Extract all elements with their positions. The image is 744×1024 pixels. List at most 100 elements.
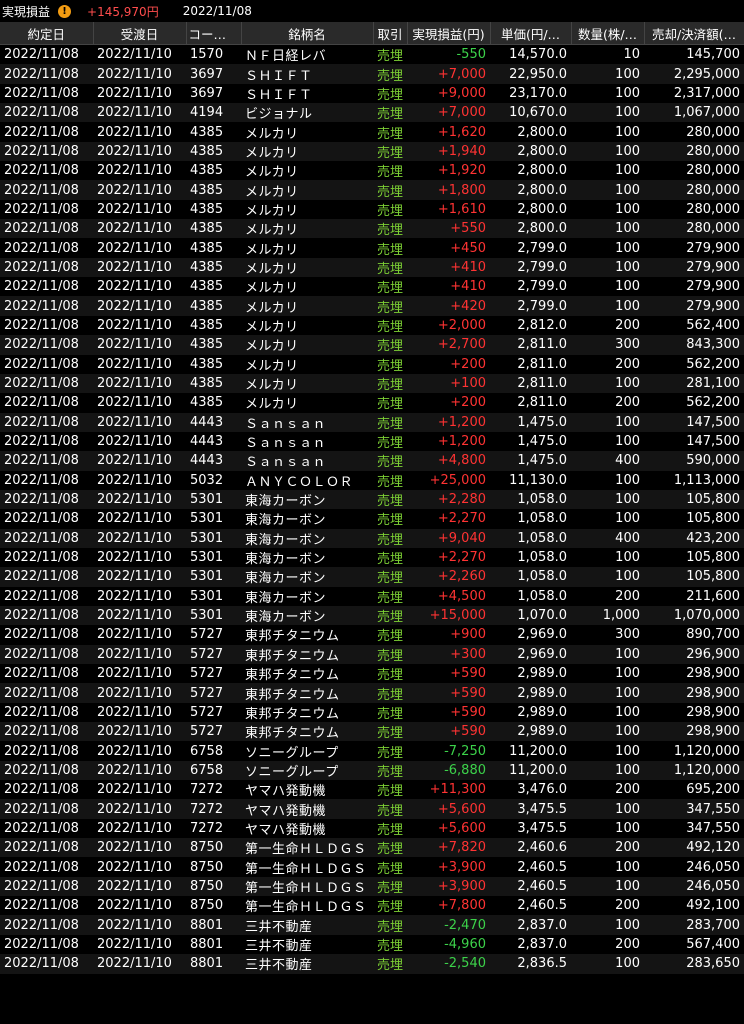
column-header-code[interactable]: コード/… xyxy=(186,22,242,45)
column-header-side[interactable]: 取引 xyxy=(373,22,408,45)
table-row[interactable]: 2022/11/08 2022/11/10 4385 メルカリ 売埋 +100 2,811.… xyxy=(0,373,744,394)
cell-realized-pnl: +900 xyxy=(407,625,490,645)
cell-stock-name: Ｓａｎｓａｎ xyxy=(241,412,373,432)
table-row[interactable]: 2022/11/08 2022/11/10 5301 東海カーボン 売埋 +2,280 1,… xyxy=(0,489,744,510)
table-row[interactable]: 2022/11/08 2022/11/10 8750 第一生命ＨＬＤＧＳ 売埋 +7,82… xyxy=(0,838,744,858)
column-header-quantity[interactable]: 数量(株/… xyxy=(571,22,645,45)
cell-quantity: 100 xyxy=(571,296,644,316)
cell-settle-date: 2022/11/10 xyxy=(93,567,186,587)
warning-icon[interactable]: ! xyxy=(58,4,72,18)
cell-code: 1570 xyxy=(186,44,241,65)
cell-unit-price: 2,799.0 xyxy=(490,296,571,316)
cell-stock-name: 第一生命ＨＬＤＧＳ xyxy=(241,857,373,877)
cell-code: 3697 xyxy=(186,83,241,104)
table-row[interactable]: 2022/11/08 2022/11/10 4385 メルカリ 売埋 +200 2,811.… xyxy=(0,393,744,413)
column-header-stock-name[interactable]: 銘柄名 xyxy=(241,22,374,45)
cell-realized-pnl: +1,800 xyxy=(407,180,490,200)
table-row[interactable]: 2022/11/08 2022/11/10 5032 ＡＮＹＣＯＬＯＲ 売埋 +25,00… xyxy=(0,470,744,490)
cell-stock-name: 東海カーボン xyxy=(241,547,373,568)
cell-realized-pnl: +450 xyxy=(407,238,490,258)
cell-side: 売埋 xyxy=(373,431,407,452)
cell-code: 8801 xyxy=(186,954,241,974)
table-row[interactable]: 2022/11/08 2022/11/10 5301 東海カーボン 売埋 +2,270 1,… xyxy=(0,509,744,529)
table-row[interactable]: 2022/11/08 2022/11/10 7272 ヤマハ発動機 売埋 +5,600 3,… xyxy=(0,799,744,819)
cell-code: 8801 xyxy=(186,915,241,935)
cell-settle-date: 2022/11/10 xyxy=(93,141,186,162)
table-row[interactable]: 2022/11/08 2022/11/10 7272 ヤマハ発動機 売埋 +11,300 3… xyxy=(0,780,744,800)
table-row[interactable]: 2022/11/08 2022/11/10 4385 メルカリ 売埋 +1,620 2,80… xyxy=(0,122,744,142)
column-header-trade-date[interactable]: 約定日 xyxy=(0,22,94,45)
table-row[interactable]: 2022/11/08 2022/11/10 4385 メルカリ 売埋 +550 2,800.… xyxy=(0,219,744,239)
cell-code: 4385 xyxy=(186,122,241,142)
column-header-settle-date[interactable]: 受渡日 xyxy=(93,22,187,45)
table-row[interactable]: 2022/11/08 2022/11/10 3697 ＳＨＩＦＴ 売埋 +9,000 23,… xyxy=(0,83,744,104)
table-row[interactable]: 2022/11/08 2022/11/10 8750 第一生命ＨＬＤＧＳ 売埋 +7,80… xyxy=(0,896,744,916)
table-row[interactable]: 2022/11/08 2022/11/10 4443 Ｓａｎｓａｎ 売埋 +1,200 1,… xyxy=(0,412,744,432)
table-row[interactable]: 2022/11/08 2022/11/10 4194 ビジョナル 売埋 +7,000 10,… xyxy=(0,103,744,123)
table-row[interactable]: 2022/11/08 2022/11/10 4443 Ｓａｎｓａｎ 売埋 +1,200 1,… xyxy=(0,431,744,452)
column-header-realized-pnl[interactable]: 実現損益(円) xyxy=(407,22,491,45)
cell-code: 4385 xyxy=(186,315,241,336)
table-row[interactable]: 2022/11/08 2022/11/10 4385 メルカリ 売埋 +420 2,799.… xyxy=(0,296,744,316)
table-row[interactable]: 2022/11/08 2022/11/10 8801 三井不動産 売埋 -2,540 2,8… xyxy=(0,954,744,974)
table-row[interactable]: 2022/11/08 2022/11/10 5301 東海カーボン 売埋 +15,000 1… xyxy=(0,605,744,626)
table-row[interactable]: 2022/11/08 2022/11/10 4385 メルカリ 売埋 +200 2,811.… xyxy=(0,354,744,374)
table-row[interactable]: 2022/11/08 2022/11/10 4385 メルカリ 売埋 +1,920 2,80… xyxy=(0,161,744,181)
table-row[interactable]: 2022/11/08 2022/11/10 5727 東邦チタニウム 売埋 +590 2,9… xyxy=(0,722,744,742)
table-row[interactable]: 2022/11/08 2022/11/10 4385 メルカリ 売埋 +410 2,799.… xyxy=(0,277,744,297)
cell-side: 売埋 xyxy=(373,567,407,587)
table-row[interactable]: 2022/11/08 2022/11/10 8750 第一生命ＨＬＤＧＳ 売埋 +3,90… xyxy=(0,857,744,877)
table-row[interactable]: 2022/11/08 2022/11/10 7272 ヤマハ発動機 売埋 +5,600 3,… xyxy=(0,818,744,839)
table-row[interactable]: 2022/11/08 2022/11/10 5727 東邦チタニウム 売埋 +590 2,9… xyxy=(0,664,744,684)
cell-side: 売埋 xyxy=(373,161,407,181)
cell-unit-price: 11,200.0 xyxy=(490,760,571,781)
cell-stock-name: 東邦チタニウム xyxy=(241,683,373,703)
table-row[interactable]: 2022/11/08 2022/11/10 5727 東邦チタニウム 売埋 +900 2,9… xyxy=(0,625,744,645)
cell-trade-date: 2022/11/08 xyxy=(0,373,93,394)
cell-settle-date: 2022/11/10 xyxy=(93,180,186,200)
table-row[interactable]: 2022/11/08 2022/11/10 4385 メルカリ 売埋 +450 2,799.… xyxy=(0,238,744,258)
cell-settle-date: 2022/11/10 xyxy=(93,412,186,432)
cell-amount: 105,800 xyxy=(644,547,744,568)
cell-settle-date: 2022/11/10 xyxy=(93,238,186,258)
table-row[interactable]: 2022/11/08 2022/11/10 4443 Ｓａｎｓａｎ 売埋 +4,800 1,… xyxy=(0,451,744,471)
cell-unit-price: 14,570.0 xyxy=(490,44,571,65)
table-row[interactable]: 2022/11/08 2022/11/10 4385 メルカリ 売埋 +1,610 2,80… xyxy=(0,199,744,220)
table-row[interactable]: 2022/11/08 2022/11/10 5301 東海カーボン 売埋 +4,500 1,… xyxy=(0,586,744,606)
trade-table: 約定日 受渡日 コード/… 銘柄名 取引 実現損益(円) 単価(円/… 数量(株/… 売却/決済… xyxy=(0,22,744,974)
table-row[interactable]: 2022/11/08 2022/11/10 6758 ソニーグループ 売埋 -7,250 1… xyxy=(0,741,744,761)
table-row[interactable]: 2022/11/08 2022/11/10 5301 東海カーボン 売埋 +2,270 1,… xyxy=(0,547,744,568)
table-row[interactable]: 2022/11/08 2022/11/10 5727 東邦チタニウム 売埋 +590 2,9… xyxy=(0,702,744,723)
cell-trade-date: 2022/11/08 xyxy=(0,64,93,84)
cell-amount: 347,550 xyxy=(644,818,744,839)
cell-unit-price: 2,837.0 xyxy=(490,934,571,955)
cell-quantity: 100 xyxy=(571,915,644,935)
cell-side: 売埋 xyxy=(373,44,407,65)
cell-amount: 695,200 xyxy=(644,780,744,800)
summary-pnl: +145,970円 xyxy=(87,4,159,19)
cell-code: 4385 xyxy=(186,373,241,394)
table-row[interactable]: 2022/11/08 2022/11/10 5727 東邦チタニウム 売埋 +590 2,9… xyxy=(0,683,744,703)
cell-quantity: 100 xyxy=(571,103,644,123)
cell-trade-date: 2022/11/08 xyxy=(0,315,93,336)
cell-realized-pnl: +2,280 xyxy=(407,489,490,510)
column-header-unit-price[interactable]: 単価(円/… xyxy=(490,22,572,45)
table-row[interactable]: 2022/11/08 2022/11/10 5301 東海カーボン 売埋 +9,040 1,… xyxy=(0,528,744,548)
table-row[interactable]: 2022/11/08 2022/11/10 3697 ＳＨＩＦＴ 売埋 +7,000 22,… xyxy=(0,64,744,84)
table-row[interactable]: 2022/11/08 2022/11/10 4385 メルカリ 売埋 +1,800 2,80… xyxy=(0,180,744,200)
column-header-amount[interactable]: 売却/決済額(… xyxy=(644,22,744,45)
table-row[interactable]: 2022/11/08 2022/11/10 8801 三井不動産 売埋 -4,960 2,8… xyxy=(0,934,744,955)
table-row[interactable]: 2022/11/08 2022/11/10 4385 メルカリ 売埋 +2,700 2,81… xyxy=(0,335,744,355)
table-row[interactable]: 2022/11/08 2022/11/10 1570 ＮＦ日経レバ 売埋 -550 14,5… xyxy=(0,44,744,65)
cell-quantity: 100 xyxy=(571,277,644,297)
table-row[interactable]: 2022/11/08 2022/11/10 8801 三井不動産 売埋 -2,470 2,8… xyxy=(0,915,744,935)
table-row[interactable]: 2022/11/08 2022/11/10 4385 メルカリ 売埋 +1,940 2,80… xyxy=(0,141,744,162)
table-row[interactable]: 2022/11/08 2022/11/10 4385 メルカリ 売埋 +410 2,799.… xyxy=(0,257,744,278)
table-row[interactable]: 2022/11/08 2022/11/10 6758 ソニーグループ 売埋 -6,880 1… xyxy=(0,760,744,781)
table-row[interactable]: 2022/11/08 2022/11/10 4385 メルカリ 売埋 +2,000 2,81… xyxy=(0,315,744,336)
table-row[interactable]: 2022/11/08 2022/11/10 8750 第一生命ＨＬＤＧＳ 売埋 +3,90… xyxy=(0,876,744,897)
table-row[interactable]: 2022/11/08 2022/11/10 5727 東邦チタニウム 売埋 +300 2,9… xyxy=(0,644,744,664)
cell-amount: 145,700 xyxy=(644,44,744,65)
cell-code: 4385 xyxy=(186,296,241,316)
table-row[interactable]: 2022/11/08 2022/11/10 5301 東海カーボン 売埋 +2,260 1,… xyxy=(0,567,744,587)
